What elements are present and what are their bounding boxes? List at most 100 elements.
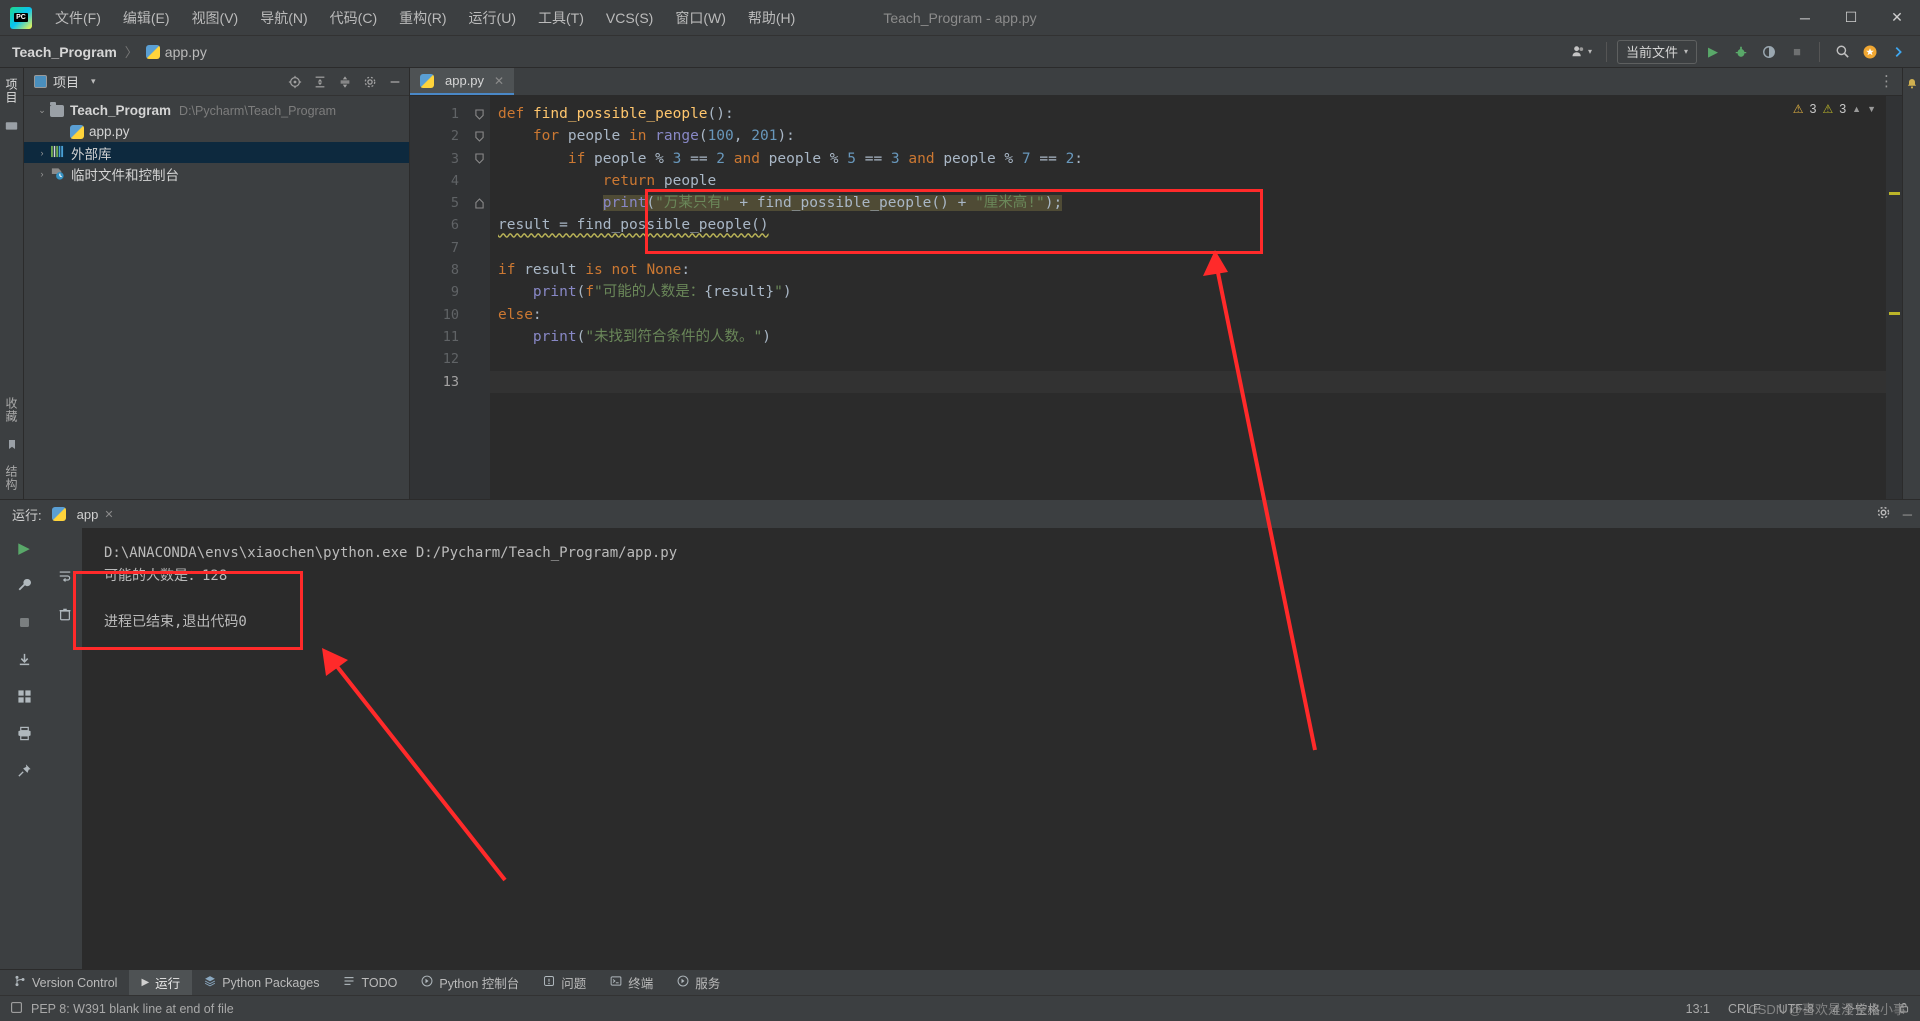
run-button[interactable]: ▶ — [1701, 40, 1725, 64]
vertical-dots-icon[interactable]: ⋮ — [1879, 74, 1894, 89]
stop-button[interactable]: ■ — [1785, 40, 1809, 64]
marker-warning[interactable] — [1889, 312, 1900, 315]
code-line-12[interactable] — [490, 348, 1886, 370]
minimize-button[interactable]: ─ — [1782, 0, 1828, 36]
code-content[interactable]: def find_possible_people(): for people i… — [490, 96, 1886, 499]
search-icon[interactable] — [1830, 40, 1854, 64]
tree-item-path: D:\Pycharm\Teach_Program — [179, 103, 337, 118]
close-icon[interactable]: ✕ — [104, 508, 113, 521]
fold-marker[interactable] — [468, 148, 490, 170]
code-line-7[interactable] — [490, 237, 1886, 259]
code-line-1[interactable]: def find_possible_people(): — [490, 103, 1886, 125]
code-line-6[interactable]: result = find_possible_people() — [490, 214, 1886, 236]
chevron-right-icon[interactable]: › — [34, 148, 50, 158]
code-line-5[interactable]: print("万某只有" + find_possible_people() + … — [490, 192, 1886, 214]
hide-panel-icon[interactable]: ─ — [1903, 507, 1912, 522]
run-tab-app[interactable]: app ✕ — [51, 507, 114, 522]
code-line-2[interactable]: for people in range(100, 201): — [490, 125, 1886, 147]
code-line-8[interactable]: if result is not None: — [490, 259, 1886, 281]
tree-item-apppy[interactable]: app.py — [24, 121, 409, 142]
bookmark-icon[interactable] — [5, 437, 19, 451]
line-number: 13 — [442, 373, 459, 390]
run-configuration-selector[interactable]: 当前文件 ▾ — [1616, 39, 1697, 64]
print-icon[interactable] — [14, 723, 34, 743]
code-line-13[interactable] — [490, 370, 1886, 393]
tab-terminal[interactable]: 终端 — [598, 970, 665, 995]
marker-warning[interactable] — [1889, 192, 1900, 195]
console-output[interactable]: D:\ANACONDA\envs\xiaochen\python.exe D:/… — [82, 528, 1920, 969]
stop-icon[interactable] — [14, 612, 34, 632]
logo-text: PC — [14, 13, 28, 22]
chevron-down-icon[interactable]: ▾ — [91, 76, 96, 87]
menu-window[interactable]: 窗口(W) — [664, 3, 737, 33]
wrench-icon[interactable] — [14, 575, 34, 595]
fold-marker[interactable] — [468, 125, 490, 147]
collapse-all-icon[interactable] — [337, 74, 353, 90]
tree-item-project[interactable]: ⌄ Teach_Program D:\Pycharm\Teach_Program — [24, 100, 409, 121]
gear-icon[interactable] — [1876, 505, 1891, 523]
project-panel-title[interactable]: 项目 ▾ — [34, 72, 96, 91]
menu-vcs[interactable]: VCS(S) — [595, 5, 664, 31]
menu-refactor[interactable]: 重构(R) — [388, 3, 457, 33]
close-icon[interactable]: ✕ — [494, 74, 504, 88]
code-line-11[interactable]: print("未找到符合条件的人数。") — [490, 326, 1886, 348]
pin-icon[interactable] — [14, 760, 34, 780]
trash-icon[interactable] — [55, 604, 75, 624]
gear-icon[interactable] — [362, 74, 378, 90]
debug-button[interactable] — [1729, 40, 1753, 64]
run-with-coverage-button[interactable] — [1757, 40, 1781, 64]
code-line-3[interactable]: if people % 3 == 2 and people % 5 == 3 a… — [490, 148, 1886, 170]
select-opened-file-icon[interactable] — [287, 74, 303, 90]
close-button[interactable]: ✕ — [1874, 0, 1920, 36]
tool-window-button-favorites[interactable]: 收藏 — [3, 397, 20, 423]
editor-marker-bar[interactable] — [1886, 96, 1902, 499]
chevron-down-icon[interactable]: ▼ — [1867, 104, 1876, 114]
code-line-10[interactable]: else: — [490, 304, 1886, 326]
caret-position[interactable]: 13:1 — [1686, 1002, 1710, 1016]
inspection-widget[interactable]: ⚠ 3 ⚠ 3 ▲ ▼ — [1793, 102, 1876, 116]
menu-view[interactable]: 视图(V) — [181, 3, 250, 33]
tree-item-external-libraries[interactable]: › 外部库 — [24, 142, 409, 163]
ide-updates-icon[interactable] — [1858, 40, 1882, 64]
tab-python-console[interactable]: Python 控制台 — [409, 970, 531, 995]
menu-code[interactable]: 代码(C) — [319, 3, 388, 33]
hide-panel-icon[interactable] — [387, 74, 403, 90]
fold-marker-end[interactable] — [468, 192, 490, 214]
menu-file[interactable]: 文件(F) — [44, 3, 112, 33]
chevron-down-icon[interactable]: ⌄ — [34, 105, 50, 116]
expand-all-icon[interactable] — [312, 74, 328, 90]
tab-label: Python Packages — [222, 975, 320, 990]
breadcrumb-project[interactable]: Teach_Program — [12, 44, 117, 60]
soft-wrap-icon[interactable] — [55, 566, 75, 586]
breadcrumb-file[interactable]: app.py — [165, 44, 207, 60]
vertical-dots-icon[interactable] — [1886, 40, 1910, 64]
tab-python-packages[interactable]: Python Packages — [192, 970, 331, 995]
editor-tab-actions: ⋮ — [1879, 68, 1902, 95]
tool-window-button-project[interactable]: 项目 — [3, 78, 20, 104]
menu-run[interactable]: 运行(U) — [458, 3, 527, 33]
tab-todo[interactable]: TODO — [331, 970, 409, 995]
menu-tools[interactable]: 工具(T) — [527, 3, 595, 33]
menu-edit[interactable]: 编辑(E) — [112, 3, 181, 33]
tab-problems[interactable]: 问题 — [531, 970, 598, 995]
tab-services[interactable]: 服务 — [665, 970, 732, 995]
tree-item-scratches[interactable]: › 临时文件和控制台 — [24, 163, 409, 184]
menu-navigate[interactable]: 导航(N) — [249, 3, 318, 33]
grid-icon[interactable] — [14, 686, 34, 706]
chevron-up-icon[interactable]: ▲ — [1852, 104, 1861, 114]
account-icon[interactable]: ▾ — [1567, 40, 1596, 64]
editor-tab-apppy[interactable]: app.py ✕ — [410, 68, 515, 95]
menu-help[interactable]: 帮助(H) — [737, 3, 806, 33]
chevron-right-icon[interactable]: › — [34, 169, 50, 179]
tab-version-control[interactable]: Version Control — [0, 970, 129, 995]
commit-icon[interactable] — [5, 118, 19, 132]
rerun-icon[interactable]: ▶ — [14, 538, 34, 558]
fold-marker[interactable] — [468, 103, 490, 125]
notifications-icon[interactable] — [1905, 76, 1919, 90]
tab-run[interactable]: ▶ 运行 — [129, 970, 193, 995]
code-line-4[interactable]: return people — [490, 170, 1886, 192]
maximize-button[interactable]: ☐ — [1828, 0, 1874, 36]
code-line-9[interactable]: print(f"可能的人数是：{result}") — [490, 281, 1886, 303]
download-icon[interactable] — [14, 649, 34, 669]
tool-window-button-structure[interactable]: 结构 — [3, 465, 20, 491]
